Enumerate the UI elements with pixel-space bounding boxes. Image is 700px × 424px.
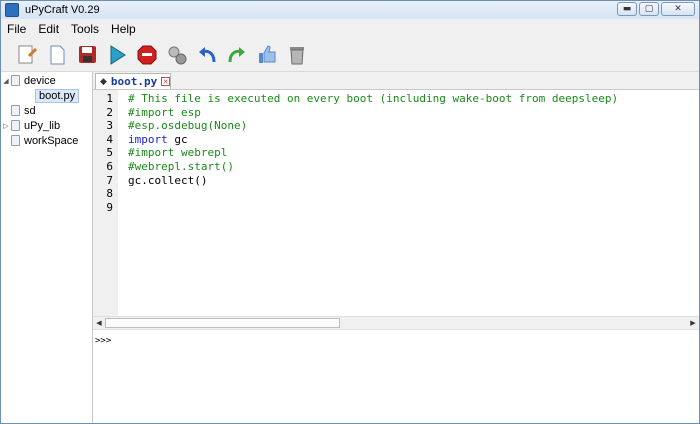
code-line: gc.collect(): [128, 174, 208, 187]
save-button[interactable]: [75, 43, 99, 67]
line-number: 6: [106, 160, 113, 173]
floppy-disk-icon: [79, 46, 96, 63]
line-number: 7: [106, 174, 113, 187]
plug-icon: [168, 46, 187, 65]
tree-item-workspace[interactable]: workSpace: [1, 133, 92, 148]
repl-prompt: >>>: [95, 336, 112, 346]
tab-label: boot.py: [110, 75, 158, 88]
undo-button[interactable]: [195, 43, 219, 67]
code-line: #import webrepl: [128, 146, 228, 159]
line-number: 5: [106, 146, 113, 159]
menu-help[interactable]: Help: [105, 19, 142, 39]
tree-item-upy-lib[interactable]: ▷ uPy_lib: [1, 118, 92, 133]
folder-icon: [11, 135, 20, 146]
redo-button[interactable]: [225, 43, 249, 67]
app-icon: [5, 3, 19, 17]
tab-boot-py[interactable]: ◆ boot.py ✕: [95, 73, 171, 89]
editor-area: ◆ boot.py ✕ 1 # This file is executed on …: [93, 72, 699, 423]
line-number: 8: [106, 187, 113, 200]
repl-console[interactable]: >>>: [93, 330, 699, 423]
close-button[interactable]: ✕: [661, 2, 695, 16]
scrollbar-thumb[interactable]: [105, 318, 340, 328]
menu-edit[interactable]: Edit: [32, 19, 65, 39]
pin-icon: ◆: [100, 76, 107, 87]
line-number: 4: [106, 133, 113, 146]
code-line: #import esp: [128, 106, 201, 119]
line-number: 9: [106, 201, 113, 214]
title-bar[interactable]: uPyCraft V0.29 ▬ ▢ ✕: [1, 1, 699, 19]
tree-item-device[interactable]: ◢ device: [1, 73, 92, 88]
minimize-button[interactable]: ▬: [617, 2, 637, 16]
sync-button[interactable]: [255, 43, 279, 67]
horizontal-scrollbar[interactable]: ◀ ▶: [93, 316, 699, 330]
tree-item-label: boot.py: [35, 88, 80, 103]
menu-bar: File Edit Tools Help: [1, 19, 699, 39]
code-line: # This file is executed on every boot (i…: [128, 92, 619, 105]
new-document-icon: [18, 45, 37, 64]
scroll-right-icon[interactable]: ▶: [688, 317, 698, 329]
line-number: 3: [106, 119, 113, 132]
tree-item-label: device: [24, 74, 56, 87]
folder-icon: [11, 105, 20, 116]
line-number: 1: [106, 92, 113, 105]
tab-bar: ◆ boot.py ✕: [93, 72, 699, 90]
expand-arrow-icon[interactable]: ▷: [1, 122, 11, 130]
scroll-left-icon[interactable]: ◀: [94, 317, 104, 329]
redo-arrow-icon: [228, 47, 245, 63]
tree-item-sd[interactable]: sd: [1, 103, 92, 118]
tab-close-icon[interactable]: ✕: [161, 77, 170, 86]
window-title: uPyCraft V0.29: [25, 4, 100, 16]
toolbar: [1, 39, 699, 72]
trash-icon: [290, 47, 304, 65]
open-button[interactable]: [45, 43, 69, 67]
line-number: 2: [106, 106, 113, 119]
tree-item-boot-py[interactable]: boot.py: [1, 88, 92, 103]
stop-button[interactable]: [135, 43, 159, 67]
folder-icon: [11, 120, 20, 131]
file-tree: ◢ device boot.py sd ▷ uPy_lib workSpace: [1, 72, 93, 423]
new-file-button[interactable]: [15, 43, 39, 67]
code-text: gc: [167, 133, 188, 146]
tree-item-label: uPy_lib: [24, 119, 61, 132]
expand-arrow-icon[interactable]: ◢: [1, 77, 11, 85]
menu-file[interactable]: File: [1, 19, 32, 39]
play-icon: [110, 45, 126, 65]
keyword: import: [128, 133, 168, 146]
code-editor[interactable]: 1 # This file is executed on every boot (…: [93, 90, 699, 316]
tree-item-label: sd: [24, 104, 36, 117]
menu-tools[interactable]: Tools: [65, 19, 105, 39]
thumbs-up-icon: [259, 45, 276, 63]
code-line: #esp.osdebug(None): [128, 119, 248, 132]
tree-item-label: workSpace: [24, 134, 79, 147]
clear-button[interactable]: [285, 43, 309, 67]
connect-button[interactable]: [165, 43, 189, 67]
folder-icon: [11, 75, 20, 86]
maximize-button[interactable]: ▢: [639, 2, 659, 16]
code-line: #webrepl.start(): [128, 160, 234, 173]
app-window: uPyCraft V0.29 ▬ ▢ ✕ File Edit Tools Hel…: [0, 0, 700, 424]
undo-arrow-icon: [199, 47, 216, 63]
run-button[interactable]: [105, 43, 129, 67]
open-document-icon: [50, 45, 65, 65]
code-line: import gc: [128, 133, 188, 147]
stop-sign-icon: [137, 45, 157, 65]
